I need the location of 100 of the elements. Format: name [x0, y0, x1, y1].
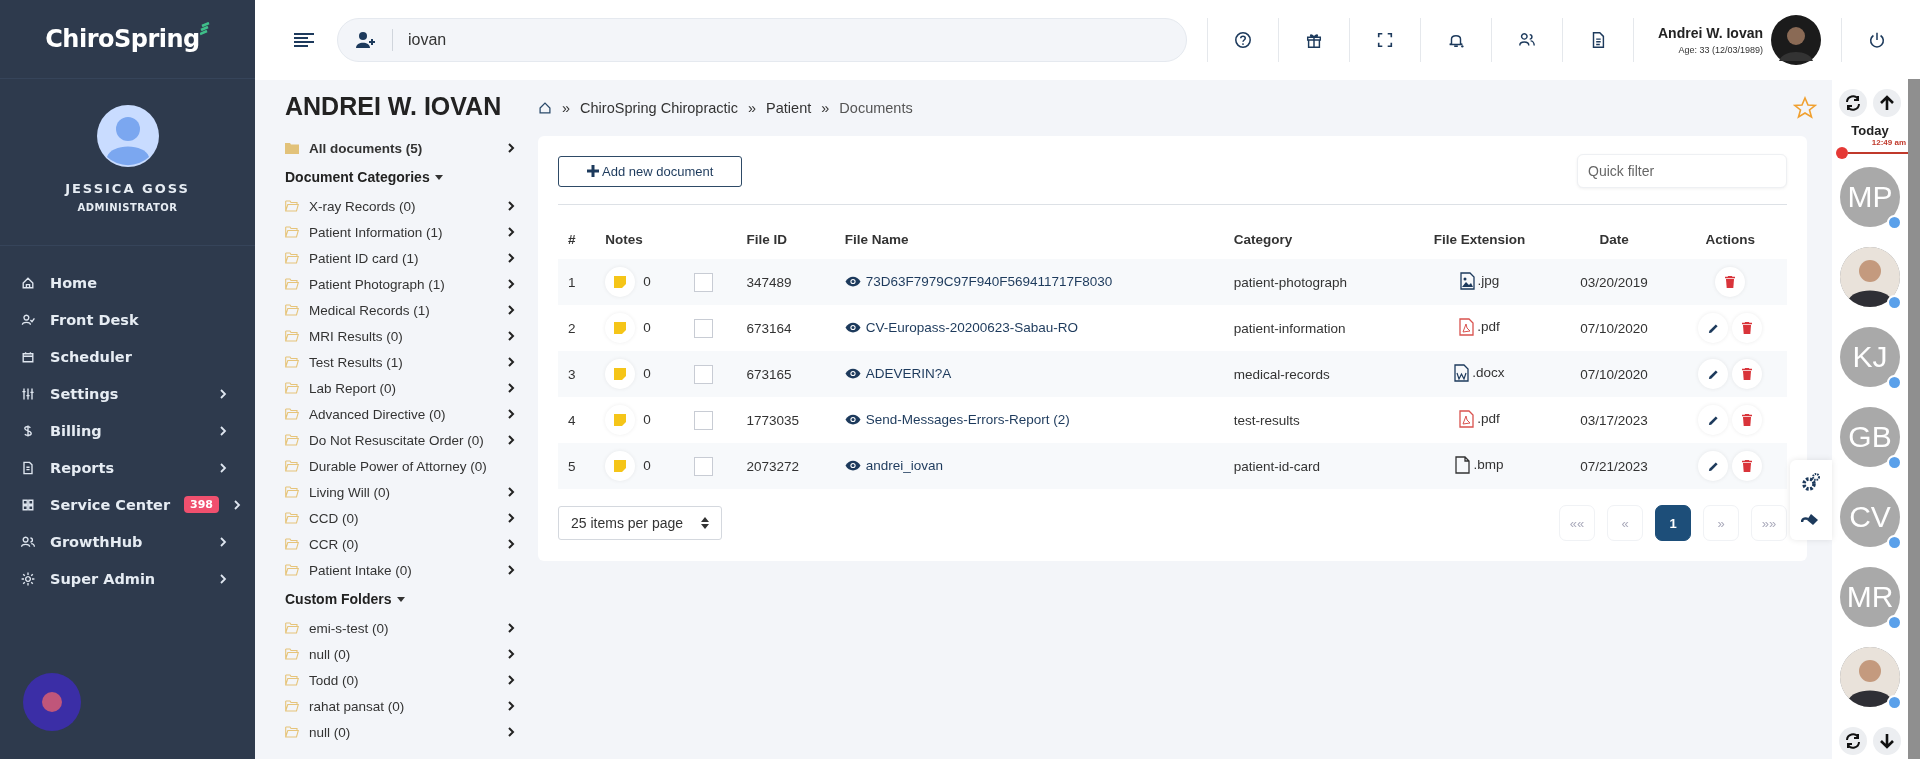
nav-item[interactable]: Billing — [0, 412, 255, 449]
chevron-icon — [507, 278, 515, 290]
eye-icon — [844, 414, 861, 425]
folder-icon — [285, 434, 299, 446]
nav-item[interactable]: Scheduler — [0, 338, 255, 375]
delete-button[interactable] — [1732, 359, 1763, 389]
edit-button[interactable] — [1698, 313, 1729, 343]
page-size-select[interactable]: 25 items per page — [558, 506, 723, 540]
delete-button[interactable] — [1732, 451, 1763, 481]
chevron-icon — [507, 304, 515, 316]
note-icon — [614, 322, 627, 334]
refresh-button[interactable] — [1839, 89, 1867, 117]
table-cell: 07/10/2020 — [1554, 351, 1674, 397]
row-checkbox[interactable] — [693, 364, 713, 384]
sort-icon — [701, 517, 710, 529]
chevron-icon — [507, 512, 515, 524]
nav-item[interactable]: Service Center 398 — [0, 486, 255, 523]
folder-item[interactable]: emi-s-test (0) — [285, 615, 515, 641]
notes-count: 0 — [643, 273, 651, 289]
provider-avatar[interactable] — [1840, 647, 1900, 707]
user-role: ADMINISTRATOR — [77, 202, 178, 213]
nav-item[interactable]: Front Desk — [0, 301, 255, 338]
folder-item[interactable]: Patient ID card (1) — [285, 245, 515, 271]
time-line — [1848, 152, 1908, 154]
nav-item[interactable]: Settings — [0, 375, 255, 412]
day-label: Today — [1851, 123, 1889, 138]
scrollbar[interactable] — [1908, 79, 1920, 759]
file-link[interactable]: ADEVERIN?A — [844, 366, 952, 381]
menu-icon[interactable] — [293, 32, 315, 48]
gift-icon[interactable] — [1305, 31, 1323, 49]
folder-item[interactable]: Advanced Directive (0) — [285, 401, 515, 427]
file-extension: .jpg — [1477, 273, 1500, 288]
folder-item[interactable]: CCD (0) — [285, 505, 515, 531]
edit-button[interactable] — [1698, 359, 1729, 389]
provider-avatar[interactable] — [1840, 247, 1900, 307]
power-icon[interactable] — [1868, 31, 1886, 49]
down-button[interactable] — [1873, 727, 1901, 755]
nav-item[interactable]: Reports — [0, 449, 255, 486]
nav-item[interactable]: GrowthHub — [0, 523, 255, 560]
section-heading[interactable]: Document Categories — [285, 161, 525, 193]
table-cell: 1773035 — [736, 397, 835, 443]
chevron-icon — [507, 408, 515, 420]
chevron-icon — [507, 382, 515, 394]
folder-item[interactable]: Todd (0) — [285, 667, 515, 693]
column-header: Notes — [595, 219, 737, 259]
chevron-icon — [507, 200, 515, 212]
eye-icon — [844, 276, 861, 287]
folder-item[interactable]: Patient Intake (0) — [285, 557, 515, 583]
edit-button[interactable] — [1698, 451, 1729, 481]
folder-item[interactable]: Living Will (0) — [285, 479, 515, 505]
trash-icon — [1742, 368, 1753, 380]
folder-item[interactable]: null (0) — [285, 719, 515, 745]
folder-item[interactable]: X-ray Records (0) — [285, 193, 515, 219]
avatar-icon[interactable] — [96, 105, 159, 167]
column-header: File Extension — [1404, 219, 1555, 259]
quick-filter-field[interactable]: Quick filter — [1577, 154, 1787, 188]
star-icon[interactable] — [1793, 96, 1817, 120]
folder-item[interactable]: rahat pansat (0) — [285, 693, 515, 719]
breadcrumb-separator: » — [748, 100, 757, 116]
folder-icon — [285, 226, 299, 238]
folder-item[interactable]: Test Results (1) — [285, 349, 515, 375]
folder-item[interactable]: Medical Records (1) — [285, 297, 515, 323]
section-heading[interactable]: Custom Folders — [285, 583, 525, 615]
logo-text[interactable]: ChiroSpring — [45, 25, 200, 53]
delete-button[interactable] — [1715, 267, 1746, 297]
folder-item[interactable]: CCR (0) — [285, 531, 515, 557]
folder-item[interactable]: MRI Results (0) — [285, 323, 515, 349]
refresh-button[interactable] — [1839, 727, 1867, 755]
add-document-button[interactable]: Add new document — [558, 155, 743, 187]
row-checkbox[interactable] — [693, 318, 713, 338]
page-button[interactable]: 1 — [1655, 505, 1691, 541]
gears-icon[interactable] — [1801, 472, 1821, 492]
nav-item[interactable]: Home — [0, 264, 255, 301]
search-field[interactable]: iovan — [337, 18, 1187, 62]
breadcrumb-link[interactable]: Patient — [766, 100, 812, 116]
breadcrumb-separator: » — [562, 100, 571, 116]
delete-button[interactable] — [1732, 405, 1763, 435]
row-checkbox[interactable] — [693, 272, 713, 292]
fullscreen-icon[interactable] — [1376, 31, 1394, 49]
delete-button[interactable] — [1732, 313, 1763, 343]
row-checkbox[interactable] — [693, 456, 713, 476]
file-link[interactable]: CV-Europass-20200623-Sabau-RO — [844, 320, 1079, 335]
edit-button[interactable] — [1698, 405, 1729, 435]
home-icon[interactable] — [538, 101, 552, 115]
folder-item[interactable]: Lab Report (0) — [285, 375, 515, 401]
breadcrumb-link[interactable]: ChiroSpring Chiropractic — [580, 100, 739, 116]
table-cell: 03/17/2023 — [1554, 397, 1674, 443]
nav-item[interactable]: Super Admin — [0, 560, 255, 597]
file-link[interactable]: Send-Messages-Errors-Report (2) — [844, 412, 1070, 427]
file-link[interactable]: andrei_iovan — [844, 458, 943, 473]
row-checkbox[interactable] — [693, 410, 713, 430]
folder-item[interactable]: All documents (5) — [285, 135, 515, 161]
folder-item[interactable]: Patient Information (1) — [285, 219, 515, 245]
folder-item[interactable]: Patient Photograph (1) — [285, 271, 515, 297]
folder-item[interactable]: null (0) — [285, 641, 515, 667]
folder-item[interactable]: Durable Power of Attorney (0) — [285, 453, 515, 479]
folder-item[interactable]: Do Not Resuscitate Order (0) — [285, 427, 515, 453]
help-icon[interactable] — [1234, 31, 1252, 49]
up-button[interactable] — [1873, 89, 1901, 117]
pencil-icon — [1707, 414, 1719, 426]
